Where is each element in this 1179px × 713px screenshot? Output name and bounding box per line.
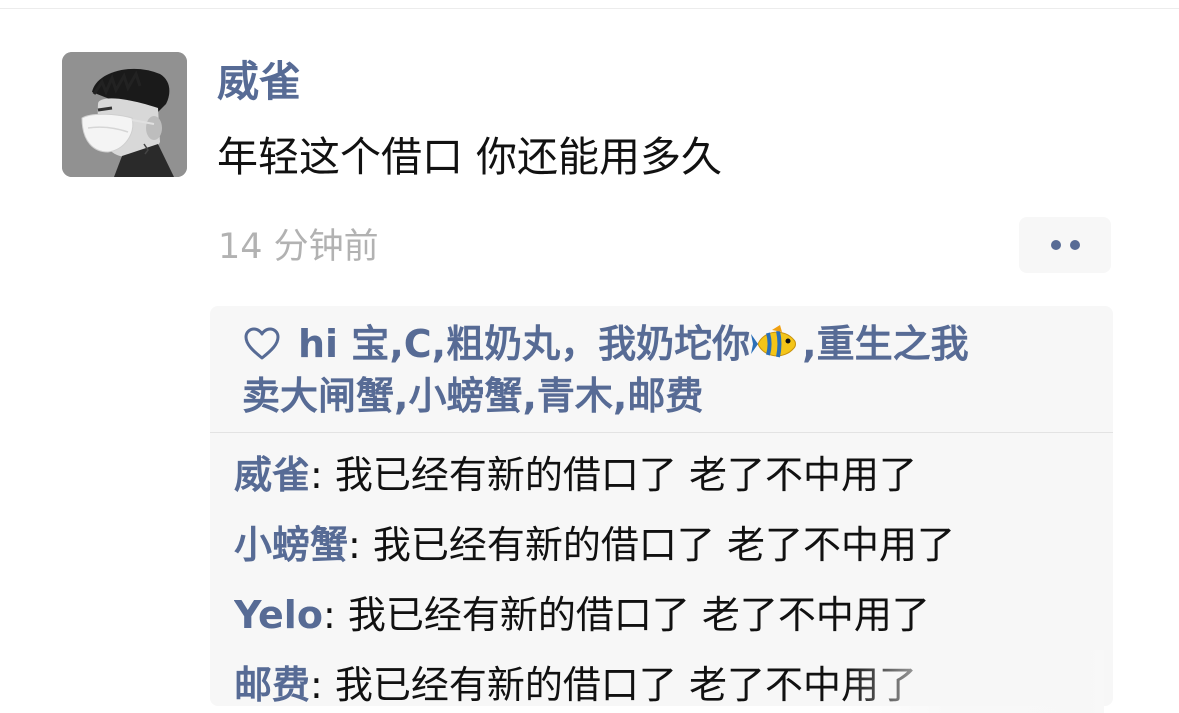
liker-name-part[interactable]: 卖大闸蟹 <box>242 370 394 422</box>
heart-outline-icon <box>244 327 280 360</box>
comment-colon: : <box>310 453 335 497</box>
comment-colon: : <box>348 523 373 567</box>
more-dots-icon <box>1050 240 1061 250</box>
comment-colon: : <box>322 593 348 637</box>
comment-row[interactable]: 邮费: 我已经有新的借口了 老了不中用了 <box>234 650 1104 713</box>
panel-divider <box>210 432 1113 433</box>
comment-author[interactable]: 威雀 <box>234 453 310 497</box>
more-dots-icon <box>1069 240 1080 250</box>
likes-line-1: hi 宝, C, 粗奶丸， 我奶坨你 , 重生之我 <box>242 318 1092 370</box>
liker-separator: ， <box>560 322 599 366</box>
tropical-fish-emoji-icon <box>751 325 797 358</box>
comment-author[interactable]: 小螃蟹 <box>234 523 348 567</box>
liker-separator: , <box>394 374 409 418</box>
top-divider <box>0 8 1179 9</box>
comment-list: 威雀: 我已经有新的借口了 老了不中用了 小螃蟹: 我已经有新的借口了 老了不中… <box>234 440 1104 713</box>
comment-text: 我已经有新的借口了 老了不中用了 <box>334 453 917 497</box>
more-button[interactable] <box>1019 217 1111 273</box>
comment-row[interactable]: 小螃蟹: 我已经有新的借口了 老了不中用了 <box>234 510 1104 580</box>
liker-separator: , <box>522 374 537 418</box>
liker-name[interactable]: 小螃蟹 <box>408 370 522 422</box>
likes-line-2: 卖大闸蟹, 小螃蟹, 青木, 邮费 <box>242 370 1092 422</box>
post-timestamp: 14 分钟前 <box>218 227 379 267</box>
avatar[interactable] <box>62 52 187 177</box>
comment-author[interactable]: 邮费 <box>234 663 310 707</box>
liker-name[interactable]: hi 宝 <box>298 318 389 370</box>
moments-post: 威雀 年轻这个借口 你还能用多久 14 分钟前 hi 宝, C, 粗奶丸， 我奶… <box>0 0 1179 713</box>
liker-name[interactable]: 我奶坨你 <box>598 318 750 370</box>
liker-separator: , <box>389 322 404 366</box>
liker-separator: , <box>431 322 447 366</box>
comment-author[interactable]: Yelo <box>234 593 323 637</box>
liker-name[interactable]: 青木 <box>537 370 613 422</box>
avatar-portrait-icon <box>62 52 187 177</box>
post-text: 年轻这个借口 你还能用多久 <box>217 133 723 181</box>
comment-text: 我已经有新的借口了 老了不中用了 <box>347 593 930 637</box>
comment-text: 我已经有新的借口了 老了不中用了 <box>372 523 955 567</box>
liker-name[interactable]: C <box>404 318 432 370</box>
likes-list: hi 宝, C, 粗奶丸， 我奶坨你 , 重生之我 卖大闸蟹, 小螃蟹, 青木 … <box>242 318 1092 422</box>
liker-name[interactable]: 邮费 <box>627 370 703 422</box>
comment-text: 我已经有新的借口了 老了不中用了 <box>334 663 917 707</box>
liker-name[interactable]: 粗奶丸 <box>446 318 560 370</box>
post-author-name[interactable]: 威雀 <box>217 54 301 110</box>
scroll-fade-overlay <box>846 650 1104 713</box>
interaction-panel: hi 宝, C, 粗奶丸， 我奶坨你 , 重生之我 卖大闸蟹, 小螃蟹, 青木 … <box>210 306 1113 713</box>
liker-separator: , <box>802 322 817 366</box>
comment-colon: : <box>310 663 335 707</box>
comment-row[interactable]: Yelo: 我已经有新的借口了 老了不中用了 <box>234 580 1104 650</box>
liker-separator: , <box>612 374 628 418</box>
comment-row[interactable]: 威雀: 我已经有新的借口了 老了不中用了 <box>234 440 1104 510</box>
liker-name-part[interactable]: 重生之我 <box>817 318 969 370</box>
